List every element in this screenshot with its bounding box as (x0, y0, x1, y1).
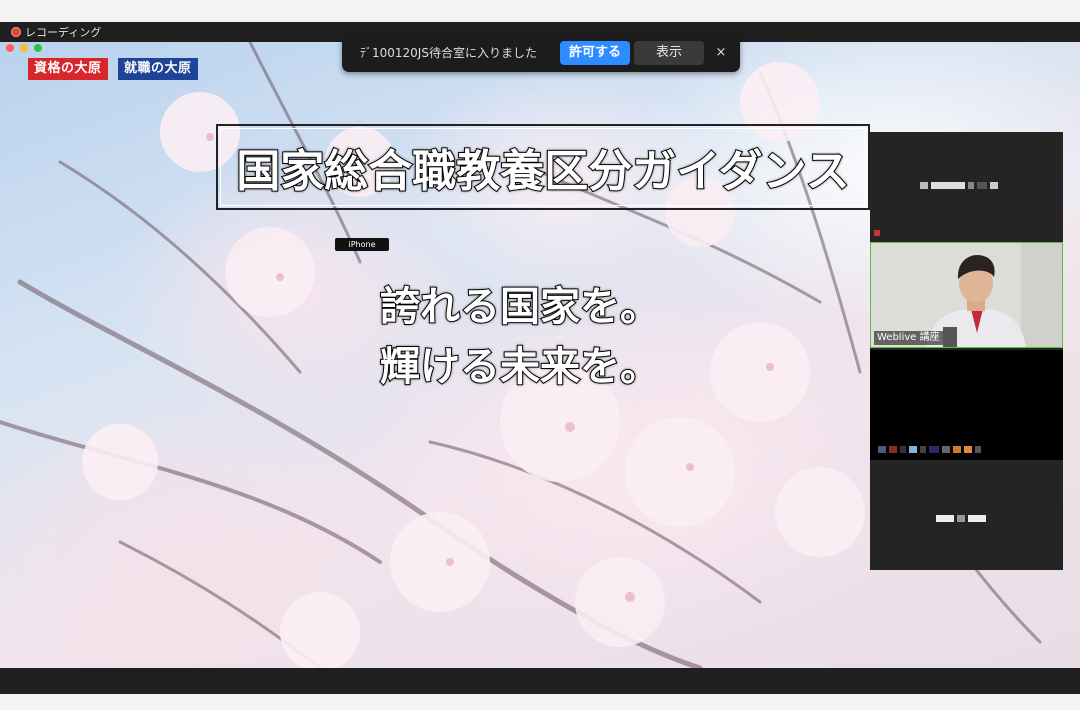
slogan-line-2: 輝ける未来を。 (379, 343, 661, 391)
participant-status-icon (874, 230, 880, 236)
logo-shikaku-no-ohara: 資格の大原 (28, 58, 108, 80)
participant-name-redacted (920, 182, 998, 189)
window-bottom-edge (0, 694, 1080, 710)
window-minimize-button[interactable] (20, 44, 28, 52)
participant-gallery: Weblive 講座 (870, 132, 1063, 570)
slogan-line-1: 誇れる国家を。 (379, 283, 661, 331)
recording-label: レコーディング (25, 26, 102, 39)
participant-tile[interactable] (870, 132, 1063, 240)
active-speaker-name: Weblive 講座 (874, 331, 943, 345)
logo-shushoku-no-ohara: 就職の大原 (118, 58, 198, 80)
slide-title: 国家総合職教養区分ガイダンス (216, 124, 870, 210)
device-label: iPhone (335, 238, 389, 251)
participant-name-redacted (878, 446, 981, 453)
show-button[interactable]: 表示 (634, 41, 704, 65)
participant-name-redacted (936, 515, 986, 522)
participant-tile[interactable] (870, 350, 1063, 460)
window-controls (6, 44, 42, 52)
record-icon[interactable] (11, 27, 21, 37)
window-close-button[interactable] (6, 44, 14, 52)
shared-screen: 資格の大原 就職の大原 国家総合職教養区分ガイダンス iPhone 誇れる国家を… (0, 42, 1080, 668)
admit-button[interactable]: 許可する (560, 41, 630, 65)
meeting-controls-bar (0, 668, 1080, 694)
close-icon[interactable]: × (712, 41, 730, 65)
notification-text: ﾃﾞ100120JS待合室に入りました (360, 46, 537, 60)
participant-tile[interactable] (870, 462, 1063, 570)
window-zoom-button[interactable] (34, 44, 42, 52)
active-speaker-tile[interactable]: Weblive 講座 (870, 242, 1063, 348)
